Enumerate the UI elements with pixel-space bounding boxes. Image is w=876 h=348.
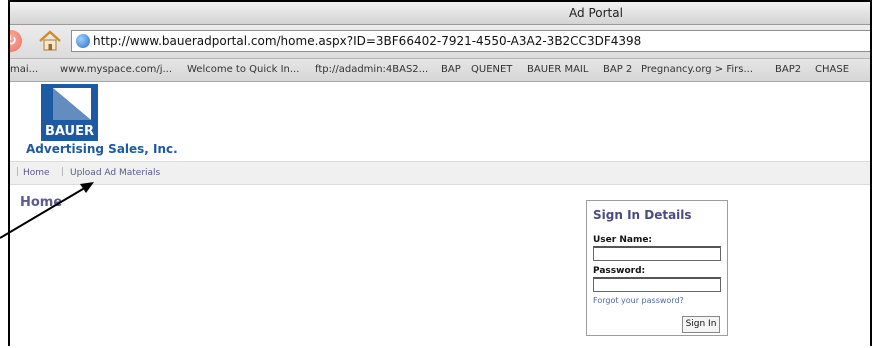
annotation-arrow (0, 182, 94, 239)
